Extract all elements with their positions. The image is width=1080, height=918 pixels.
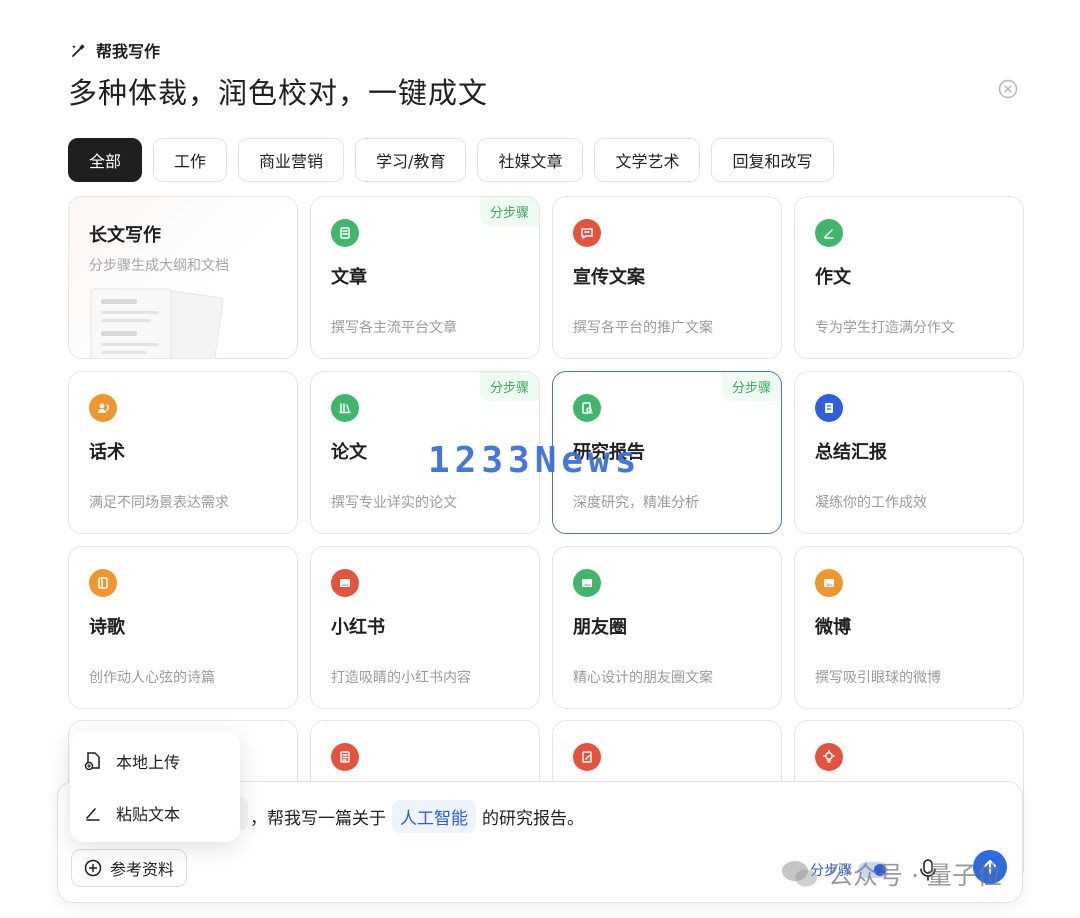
watermark-text: 1233News [428,440,642,481]
writing-card-3[interactable]: 作文专为学生打造满分作文 [794,196,1024,359]
tab-1[interactable]: 工作 [153,138,228,182]
popup-item-label: 本地上传 [116,753,181,772]
writing-card-8[interactable]: 诗歌创作动人心弦的诗篇 [68,546,298,709]
wechat-watermark: 公众号 · 量子位 [780,856,1002,892]
speaker-icon [89,394,117,422]
upload-file-icon [84,752,100,771]
tab-6[interactable]: 回复和改写 [711,138,834,182]
magic-pen-icon [72,44,85,57]
writing-card-2[interactable]: 宣传文案撰写各平台的推广文案 [552,196,782,359]
writing-card-7[interactable]: 总结汇报凝练你的工作成效 [794,371,1024,534]
prompt-suffix: 的研究报告。 [482,809,584,829]
header-label-text: 帮我写作 [96,42,161,61]
writing-card-10[interactable]: 朋友圈精心设计的朋友圈文案 [552,546,782,709]
bulb-icon [815,743,843,771]
edit-doc-icon [573,743,601,771]
card-description: 满足不同场景表达需求 [89,495,229,511]
step-badge: 分步骤 [479,372,539,401]
card-title: 诗歌 [89,617,125,638]
card-description: 撰写专业详实的论文 [331,495,457,511]
writing-card-11[interactable]: 微博撰写吸引眼球的微博 [794,546,1024,709]
card-description: 撰写各主流平台文章 [331,320,457,336]
card-title: 长文写作 [89,225,161,246]
card-description: 精心设计的朋友圈文案 [573,670,713,686]
reference-popup-menu: 本地上传 粘贴文本 [70,731,240,842]
card-description: 创作动人心弦的诗篇 [89,670,215,686]
image-card-icon [815,569,843,597]
tab-2[interactable]: 商业营销 [238,138,345,182]
step-badge: 分步骤 [479,197,539,226]
card-description: 打造吸睛的小红书内容 [331,670,471,686]
card-title: 论文 [331,442,367,463]
writing-card-0[interactable]: 长文写作分步骤生成大纲和文档 [68,196,298,359]
card-title: 微博 [815,617,851,638]
card-description: 深度研究，精准分析 [573,495,699,511]
close-circle-icon[interactable] [998,79,1018,99]
prompt-text[interactable]: ，帮我写一篇关于 人工智能 的研究报告。 [250,800,584,833]
card-description: 撰写各平台的推广文案 [573,320,713,336]
card-title: 话术 [89,442,125,463]
report-search-icon [573,394,601,422]
header-label: 帮我写作 [70,38,160,62]
reference-button[interactable]: 参考资料 [71,849,188,887]
writing-card-9[interactable]: 小红书打造吸睛的小红书内容 [310,546,540,709]
notebook-icon [815,394,843,422]
pen-line-icon [86,808,100,821]
category-tabs: 全部 工作 商业营销 学习/教育 社媒文章 文学艺术 回复和改写 [68,138,834,182]
article-icon [331,219,359,247]
chat-bubble-icon [573,219,601,247]
card-title: 作文 [815,267,851,288]
wechat-icon [782,861,817,887]
card-title: 小红书 [331,617,385,638]
popup-item-label: 粘贴文本 [116,805,181,824]
card-title: 宣传文案 [573,267,645,288]
writing-assistant-page: 帮我写作 多种体裁，润色校对，一键成文 全部 工作 商业营销 学习/教育 社媒文章 文学艺… [0,0,1080,918]
image-card-icon [331,569,359,597]
popup-item-paste-text[interactable]: 粘贴文本 [84,801,180,825]
plus-circle-icon [84,859,102,877]
tab-0[interactable]: 全部 [68,138,143,182]
pen-icon [815,219,843,247]
page-title: 多种体裁，润色校对，一键成文 [68,76,489,110]
card-description: 撰写吸引眼球的微博 [815,670,941,686]
card-description: 专为学生打造满分作文 [815,320,955,336]
tab-5[interactable]: 文学艺术 [594,138,701,182]
card-title: 朋友圈 [573,617,627,638]
writing-card-4[interactable]: 话术满足不同场景表达需求 [68,371,298,534]
document-illustration [90,288,224,358]
list-doc-icon [331,743,359,771]
image-card-icon [573,569,601,597]
card-title: 总结汇报 [815,442,887,463]
topic-chip[interactable]: 人工智能 [392,800,476,833]
prompt-prefix: ，帮我写一篇关于 [250,809,386,829]
step-badge: 分步骤 [721,372,781,401]
writing-card-1[interactable]: 分步骤文章撰写各主流平台文章 [310,196,540,359]
tab-3[interactable]: 学习/教育 [355,138,467,182]
card-description: 分步骤生成大纲和文档 [89,258,229,274]
book-icon [89,569,117,597]
card-description: 凝练你的工作成效 [815,495,927,511]
popup-item-local-upload[interactable]: 本地上传 [84,749,180,773]
reference-button-label: 参考资料 [110,860,175,879]
books-icon [331,394,359,422]
card-title: 文章 [331,267,367,288]
wechat-watermark-text: 公众号 · 量子位 [828,861,1002,890]
tab-4[interactable]: 社媒文章 [477,138,584,182]
